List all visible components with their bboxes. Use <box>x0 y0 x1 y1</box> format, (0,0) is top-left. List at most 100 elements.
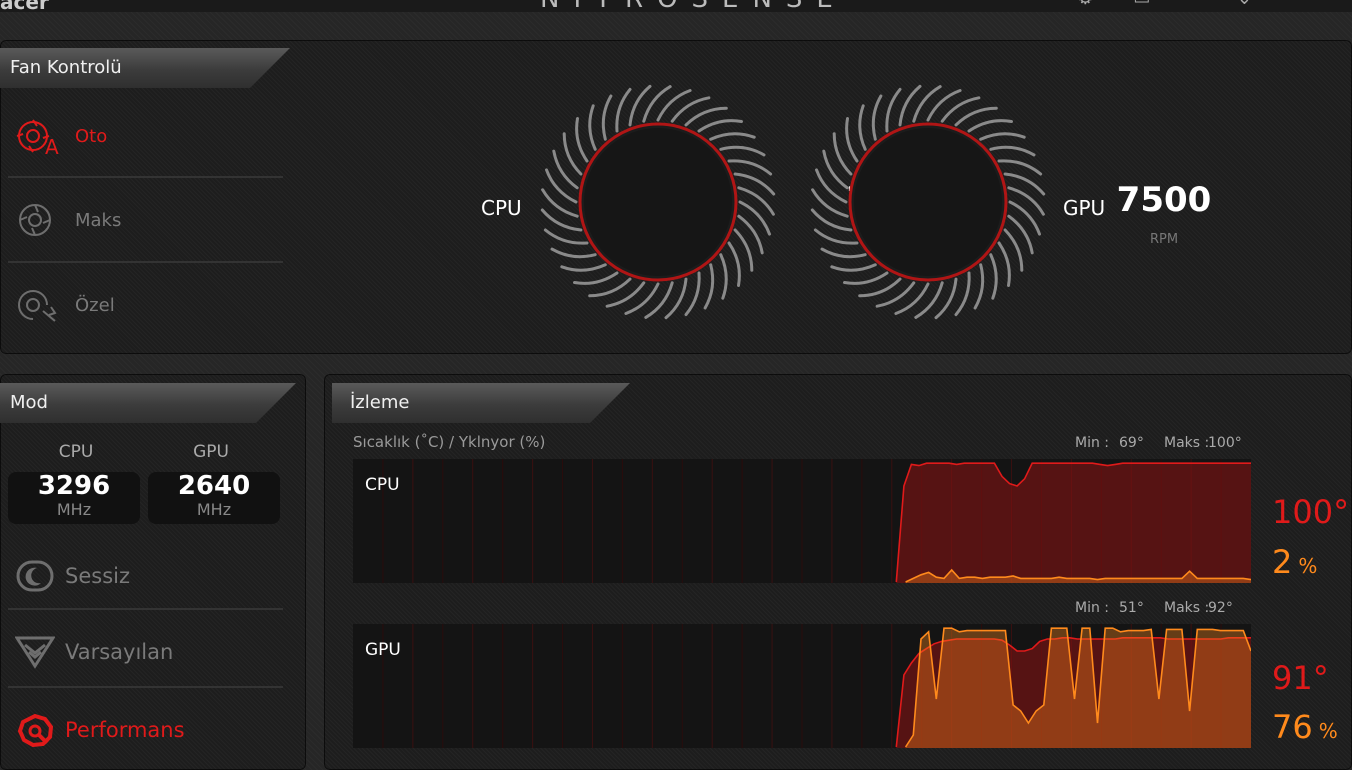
fan-blade <box>914 281 944 319</box>
fan-blade <box>967 119 1013 133</box>
fan-control-title: Fan Kontrolü <box>0 48 290 88</box>
fan-blade <box>979 132 1026 141</box>
gpu-min-label: Min : <box>1075 600 1110 616</box>
fan-mode-custom[interactable]: Özel <box>15 275 280 335</box>
cpu-max-label: Maks : <box>1164 435 1210 451</box>
fan-blade <box>822 149 849 190</box>
fan-blade <box>541 188 579 218</box>
fan-blade <box>664 277 688 320</box>
mode-performance-label: Performans <box>65 718 185 742</box>
fan-blade <box>989 145 1036 157</box>
window-controls[interactable]: ⚙▭‐⌄ <box>1077 0 1292 9</box>
app-title: NITROSENSE <box>540 0 847 14</box>
cpu-chart-label: CPU <box>365 475 400 495</box>
fan-blade <box>810 208 853 232</box>
fan-blade <box>545 168 578 204</box>
gpu-load-unit: % <box>1318 719 1338 743</box>
fan-blade <box>845 117 859 163</box>
fan-blade <box>588 104 597 151</box>
mode-default[interactable]: Varsayılan <box>15 622 285 682</box>
fan-blade <box>605 281 646 308</box>
fan-blade <box>719 253 728 300</box>
fan-blade <box>912 85 942 123</box>
monitoring-subtitle: Sıcaklık (˚C) / Yklnyor (%) <box>353 433 546 451</box>
fan-blade <box>858 104 867 151</box>
cpu-clock-unit: MHz <box>56 500 92 519</box>
fan-blade <box>940 96 981 123</box>
fan-blade <box>989 253 998 300</box>
fan-custom-icon <box>18 290 57 322</box>
gpu-clock-label: GPU <box>193 442 229 462</box>
fan-blade <box>954 271 971 317</box>
mode-silent[interactable]: Sessiz <box>15 546 285 606</box>
fan-mode-auto[interactable]: A Oto <box>15 106 280 166</box>
chevron-shield-icon <box>15 636 55 669</box>
fan-blade <box>830 263 877 272</box>
fan-blade <box>540 208 583 232</box>
fan-blade <box>573 271 619 285</box>
mode-title: Mod <box>0 383 296 423</box>
fan-hub <box>854 128 1002 276</box>
fan-blade <box>811 188 849 218</box>
fan-blade <box>885 87 902 133</box>
fan-mode-max[interactable]: Maks <box>15 190 280 250</box>
divider <box>8 608 283 610</box>
fan-mode-max-label: Maks <box>75 209 122 231</box>
title-bar: acer NITROSENSE ⚙▭‐⌄ <box>0 0 1352 14</box>
fan-blade <box>733 172 776 196</box>
fan-blade <box>875 281 916 308</box>
fan-blade <box>1008 200 1041 236</box>
divider <box>8 176 283 178</box>
fan-mode-auto-label: Oto <box>75 125 108 147</box>
fan-blade <box>820 247 867 259</box>
cpu-temp-value: 100° <box>1272 493 1350 531</box>
gpu-fan-unit: RPM <box>1149 232 1179 247</box>
gpu-load: 76% <box>1272 708 1338 746</box>
cpu-fan-label: CPU <box>481 196 522 220</box>
fan-hub <box>584 128 732 276</box>
fan-blade <box>738 200 771 236</box>
window-icon[interactable]: ▭ <box>1133 0 1190 9</box>
cpu-load: 2% <box>1272 543 1317 581</box>
gpu-clock-value: 2640 <box>177 471 251 501</box>
mode-performance[interactable]: Performans <box>15 700 285 760</box>
fan-blade <box>1003 172 1046 196</box>
fan-blade <box>628 84 652 127</box>
cpu-clock-label: CPU <box>58 442 94 462</box>
gpu-clock-unit: MHz <box>196 500 232 519</box>
fan-blade <box>642 85 672 123</box>
fan-blade <box>973 263 985 310</box>
cpu-load-unit: % <box>1298 554 1318 578</box>
fan-blade <box>719 145 766 157</box>
cpu-load-value: 2 <box>1272 543 1293 581</box>
fan-blade <box>737 214 764 255</box>
fan-blade <box>697 119 743 133</box>
cpu-chart: CPU <box>353 459 1251 583</box>
gpu-chart-plot <box>382 624 1251 748</box>
fan-blade <box>997 159 1043 176</box>
monitoring-title: İzleme <box>332 383 630 423</box>
gpu-temp-value: 91° <box>1272 659 1329 697</box>
fan-blade <box>709 132 756 141</box>
cpu-max-value: 100° <box>1208 435 1242 451</box>
fan-auto-icon: A <box>16 119 59 156</box>
fan-blade <box>727 241 741 287</box>
chevron-down-icon[interactable]: ⌄ <box>1237 0 1292 9</box>
fan-blade <box>543 228 589 245</box>
cpu-fan-blades <box>540 84 776 320</box>
divider <box>8 686 283 688</box>
fan-blade <box>624 282 660 315</box>
fan-blade <box>615 87 632 133</box>
gpu-clock-box: 2640 MHz <box>148 472 280 524</box>
fan-blade <box>737 186 775 216</box>
fan-blade <box>997 241 1011 287</box>
fan-blade <box>575 117 589 163</box>
gpu-min-value: 51° <box>1119 600 1144 616</box>
fan-control-panel: Fan Kontrolü A Oto Maks Özel CPU 7500 RP… <box>0 40 1352 354</box>
settings-icon[interactable]: ⚙ <box>1077 0 1133 9</box>
minimize-icon[interactable]: ‐ <box>1190 0 1237 9</box>
fan-blade <box>552 149 579 190</box>
cpu-clock-box: 3296 MHz <box>8 472 140 524</box>
speed-icon <box>17 713 54 747</box>
fan-blade <box>813 228 859 245</box>
